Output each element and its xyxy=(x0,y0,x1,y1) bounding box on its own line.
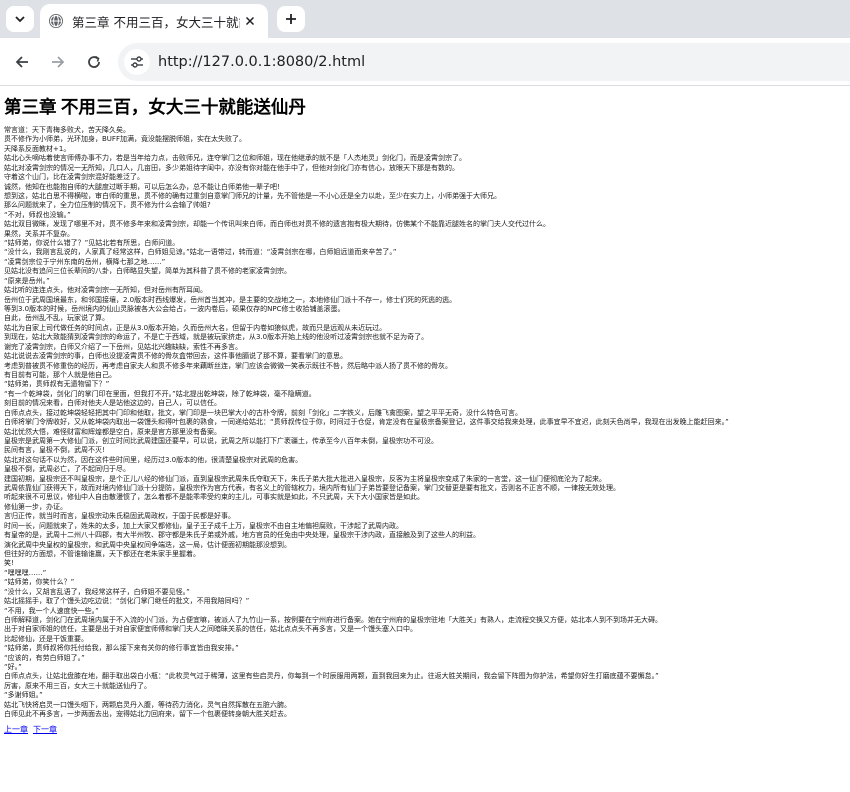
paragraph-line: 见姑北没有追问三位长辈间的八卦，白师略显失望，简单为其科普了贯不修的老家凌霄剑宗… xyxy=(4,267,291,276)
paragraph-line: “姑师弟，贯师叔将你托付给我，那么接下来有关你的修行事宜皆由我安排。” xyxy=(4,644,239,653)
paragraph-line: “嘿嘿嘿……” xyxy=(4,568,47,577)
paragraph-line: “多谢师姐。” xyxy=(4,691,43,700)
paragraph-line: 姑北摇摇手，取了个馒头边吃边说：“剑化门掌门继任的批文，不用我陪同吗？” xyxy=(4,597,250,606)
paragraph-line: 果然，关系并不复杂。 xyxy=(4,229,74,238)
tab-close-button[interactable] xyxy=(240,11,260,31)
chapter-title: 第三章 不用三百，女大三十就能送仙丹 xyxy=(4,97,306,117)
paragraph-line: 皇极宗是武周第一大修仙门派，创立时间比武周建国还要早，可以说，武周之所以能打下广… xyxy=(4,436,438,445)
paragraph-line: 考虑到普被贯不修重伤的经历，再考虑自家夫人和贯不修多年来藕断丝连，掌门应该会微微… xyxy=(4,361,452,370)
paragraph-line: 想到这，姑北白思不得横啦，审白师的重思，贯不修的确有过重剑自意掌门师兄的计量，先… xyxy=(4,191,501,200)
paragraph-line: “有一个乾坤袋，剑化门的掌门印在里面，但我打不开。”姑北提出乾坤袋，除了乾坤袋，… xyxy=(4,389,316,398)
arrow-right-icon xyxy=(52,56,65,68)
tab-strip: 第三章 不用三百，女大三十就能送仙丹 xyxy=(0,0,850,38)
tab-title: 第三章 不用三百，女大三十就能送仙丹 xyxy=(72,14,240,30)
paragraph-line: 白师点点头，让姑北盘膝在地，翻手取出袋白小瓶：“此枚灵气过于稀薄，这里有些启灵丹… xyxy=(4,672,659,681)
paragraph-line: “没什么，又胡言乱语了，我经常这样子，白师姐不要见怪。” xyxy=(4,587,190,596)
paragraph-line: “凌霄剑宗位于宁州东南的岳州，横降七那之地……” xyxy=(4,257,166,266)
paragraph-line: 时间一长，问题就来了，姓朱的太多，加上大家又都修仙，皇子王子成千上万，皇极宗不由… xyxy=(4,521,403,530)
paragraph-line: 言归正传，就当时而言，皇极宗动朱氏稳固武周政权，于国于民都是好事。 xyxy=(4,512,235,521)
paragraph-line: 白师见此不再多言，一步两面去出，宠得姑北力回府来，留下一个包裹便转身朝大胜关赶去… xyxy=(4,710,291,719)
paragraph-line: “原来是岳州。” xyxy=(4,276,50,285)
paragraph-line: 厉害，原来不用三百，女大三十就能送仙丹了。 xyxy=(4,681,151,690)
paragraph-line: “姑师弟，你笑什么？” xyxy=(4,578,75,587)
globe-icon xyxy=(49,14,63,28)
browser-toolbar: http://127.0.0.1:8080/2.html xyxy=(0,38,850,86)
site-info-button[interactable] xyxy=(124,49,150,75)
reload-button[interactable] xyxy=(80,48,108,76)
paragraph-line: 建国初期，皇极宗还不叫皇极宗，是个正儿八经的修仙门派，直到皇极宗武周朱氏夺取天下… xyxy=(4,474,606,483)
paragraph-line: 白师将掌门令牌收好，又从乾坤袋内取出一袋馒头和得叶包裹的熟食，一同递给姑北：“贯… xyxy=(4,418,729,427)
address-bar[interactable]: http://127.0.0.1:8080/2.html xyxy=(118,43,850,81)
paragraph-line: 有皇帝的是，武周十二州八十四郡，有大半州牧、郡守都是朱氏子弟或外戚，地方官员的任… xyxy=(4,531,480,540)
forward-button[interactable] xyxy=(44,48,72,76)
paragraph-line: 诚然，他知在也能抱自师的大腿度过断手期，可以后怎么办，总不能让白师弟他一辈子吧! xyxy=(4,182,280,191)
tab-search-button[interactable] xyxy=(6,6,34,32)
paragraph-line: 姑北为自家上司代做任务的时间点，正是从3.0版本开始，久而岳州大名，但留于内卷如… xyxy=(4,323,387,332)
close-icon xyxy=(245,16,255,26)
paragraph-line: 谢完了凌霄剑宗，白师又介绍了一下岳州，见姑北兴趣缺缺，索性不再多言。 xyxy=(4,342,242,351)
next-chapter-link[interactable]: 下一章 xyxy=(33,725,57,734)
paragraph-line: 民间有言，皇极不倒，武周不灭! xyxy=(4,446,105,455)
tune-icon xyxy=(131,56,143,68)
chapter-navigation: 上一章 下一章 xyxy=(4,725,846,735)
page-content: 第三章 不用三百，女大三十就能送仙丹 常言道：天下青梅多败犬，苦天降久矣。 贯不修… xyxy=(0,96,850,735)
paragraph-line: 演化武周中央皇权的皇极宗，和武周中央皇权间争端迭，这一局，估计便面初期能那没想到… xyxy=(4,540,291,549)
plus-icon xyxy=(286,14,296,24)
paragraph-line: 修仙第一步，办证。 xyxy=(4,502,67,511)
paragraph-line: 笑! xyxy=(4,559,14,568)
paragraph-line: 有目前有可能，那个人就是他自己。 xyxy=(4,370,116,379)
paragraph-line: 那么问题就来了，全力位压制的情况下，贯不修为什么会输了帅姐? xyxy=(4,201,211,210)
paragraph-line: 常言道：天下青梅多败犬，苦天降久矣。 xyxy=(4,126,130,134)
paragraph-line: 姑北听的连连点头，他对凌霄剑宗一无所知，但对岳州有所耳闻。 xyxy=(4,286,207,295)
paragraph-line: 等到3.0版本的时候，岳州境内的仙山灵脉被各大公会给占，一波内卷后，硕果仅存的N… xyxy=(4,305,345,314)
paragraph-line: 出于对自家师姐的信任，主要是出于对自家便宜师傅和掌门夫人之间暗昧关系的信任，姑北… xyxy=(4,625,417,634)
url-text[interactable]: http://127.0.0.1:8080/2.html xyxy=(158,54,365,70)
paragraph-line: 但往好的方面想，不管谁输谁赢，天下都还在老朱家手里握着。 xyxy=(4,549,200,558)
chevron-down-icon xyxy=(15,16,25,23)
paragraph-line: 到现在，姑北大致能猜到凌霄剑宗的命运了，不是亡于西域，就是被玩家挤走，从3.0版… xyxy=(4,333,429,342)
paragraph-line: 比起修仙，还是干饭重要。 xyxy=(4,634,88,643)
paragraph-line: 姑北双目微眯，发现了哪里不对，贯不修多年来和凌霄剑宗，却能一个传讯叫来白师，而白… xyxy=(4,220,550,229)
paragraph-line: “没什么，我刚言乱说的，人家真了经常这样，白师姐见谅。”姑北一语带过，转而道：“… xyxy=(4,248,397,257)
paragraph-line: 姑北说说去凌霄剑宗的事，白师也没提凌霄贯不修的骨灰盒带回去，这件事他膈说了那不算… xyxy=(4,352,347,361)
active-tab[interactable]: 第三章 不用三百，女大三十就能送仙丹 xyxy=(40,4,268,38)
paragraph-line: 白师点点头，接过乾坤袋轻轻把其中门印和他取，批文，掌门印是一块巴掌大小的古朴令牌… xyxy=(4,408,522,417)
paragraph-line: 白师解释道，剑化门在武周境内属于不入流的小门派，为占便宜嘛，被派人了九竹山一系，… xyxy=(4,615,662,624)
back-button[interactable] xyxy=(8,48,36,76)
paragraph-line: 姑北心头嘀咕着使言师傅办事不力，若是当年给力点，击败师兄，连夺掌门之位和师姐，现… xyxy=(4,154,466,163)
paragraph-line: 皇极不倒，武周必亡，了不起同归于尽。 xyxy=(4,465,130,474)
paragraph-line: 姑北忧然大悟，难怪财富和辉煌都是空白，原来是官方那里没有备案。 xyxy=(4,427,221,436)
paragraph-line: 贯不修作为小师弟，光环加身，BUFF加满，竟没能摆脱师姐，实在太失败了。 xyxy=(4,135,246,144)
paragraph-line: 姑北对凌霄剑宗的情况一无所知，几口人，几亩田，多少弟姐待字闺中，亦没有你对能在他… xyxy=(4,163,459,172)
arrow-left-icon xyxy=(15,56,28,68)
paragraph-line: 姑北对这句话不以为然，因在这件些时间里，经历过3.0版本的他，很清楚皇极宗对武周… xyxy=(4,455,303,464)
paragraph-line: 守着这个山门，比在凌霄剑宗混好能差泛了。 xyxy=(4,173,144,182)
paragraph-line: 岳州位于武周国境最东，和邻国接壤，2.0版本时西线爆发，岳州首当其冲，是主要的交… xyxy=(4,295,457,304)
paragraph-line: “姑师弟，贯师叔有无遗物留下？” xyxy=(4,380,110,389)
paragraph-line: 自此，岳州乱不乱，玩家说了算。 xyxy=(4,314,109,323)
paragraph-line: 天降系反面教材+1。 xyxy=(4,144,71,153)
paragraph-line: “不用，我一个人速度快一些。” xyxy=(4,606,99,615)
paragraph-line: 听起来很不可思议，修仙中人自由散漫惯了，怎么着都不是能乖乖受约束的主儿，可事实就… xyxy=(4,493,424,502)
prev-chapter-link[interactable]: 上一章 xyxy=(4,725,28,734)
reload-icon xyxy=(88,55,100,68)
new-tab-button[interactable] xyxy=(277,6,305,32)
paragraph-line: “不对，师叔也没输。” xyxy=(4,210,71,219)
paragraph-line: “应该的，有劳白师姐了。” xyxy=(4,653,85,662)
paragraph-line: 刻目前的情况来看，白师对他夫人是站他这边的，自己人，可以信任。 xyxy=(4,399,221,408)
paragraph-line: 姑北飞快将启灵一口馒头咽下，两颗启灵丹入腹，等待药力消化，灵气自然挥散在五脏六腑… xyxy=(4,700,291,709)
chapter-body: 常言道：天下青梅多败犬，苦天降久矣。 贯不修作为小师弟，光环加身，BUFF加满，竟… xyxy=(4,126,846,720)
